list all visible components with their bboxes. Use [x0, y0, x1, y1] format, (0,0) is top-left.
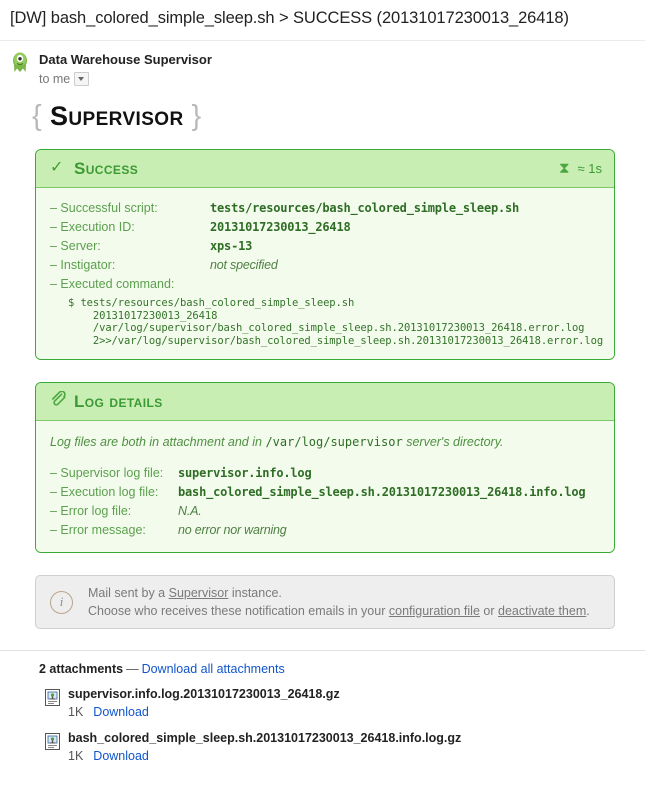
log-details-body: Log files are both in attachment and in … [36, 421, 614, 552]
field-row: – Successful script: tests/resources/bas… [50, 199, 600, 218]
success-panel: ✓ Success ⧗ ≈ 1s – Successful script: te… [35, 149, 615, 360]
recipient-label: to me [39, 72, 71, 86]
recipient-chevron-down-icon[interactable] [74, 72, 90, 86]
attachments-header: 2 attachments — Download all attachments [39, 662, 645, 676]
success-panel-header: ✓ Success ⧗ ≈ 1s [36, 150, 614, 188]
field-value: bash_colored_simple_sleep.sh.20131017230… [178, 485, 586, 499]
note-suffix: server's directory. [406, 435, 504, 449]
executed-command-block: $ tests/resources/bash_colored_simple_sl… [68, 297, 604, 347]
field-value: tests/resources/bash_colored_simple_slee… [210, 201, 520, 215]
attachments-divider [0, 650, 645, 651]
info-line2-suffix: . [586, 604, 590, 618]
email-subject: [DW] bash_colored_simple_sleep.sh > SUCC… [0, 0, 645, 41]
field-row: – Execution ID: 20131017230013_26418 [50, 218, 600, 237]
attachment-meta: 1K Download [68, 748, 461, 764]
info-line1-prefix: Mail sent by a [88, 586, 166, 600]
info-text: Mail sent by a Supervisor instance. Choo… [88, 584, 590, 620]
attachment-size: 1K [68, 705, 84, 719]
attachment-info: supervisor.info.log.20131017230013_26418… [68, 686, 340, 720]
sender-avatar-icon [9, 51, 31, 73]
paperclip-icon [50, 390, 70, 412]
attachment-info: bash_colored_simple_sleep.sh.20131017230… [68, 730, 461, 764]
field-value: not specified [210, 258, 278, 272]
attachments-count: 2 attachments [39, 662, 124, 676]
field-label: – Error message: [50, 523, 146, 537]
hourglass-icon: ⧗ [558, 159, 570, 177]
attachment-size: 1K [68, 749, 84, 763]
field-value: supervisor.info.log [178, 466, 312, 480]
mail-info-box: i Mail sent by a Supervisor instance. Ch… [35, 575, 615, 629]
field-row: – Error log file: N.A. [50, 502, 600, 521]
duration-value: ≈ 1s [577, 160, 602, 176]
field-value: N.A. [178, 504, 202, 518]
success-panel-body: – Successful script: tests/resources/bas… [36, 188, 614, 359]
sender-row: Data Warehouse Supervisor to me [0, 41, 645, 86]
logo-left-brace: { [32, 100, 43, 132]
field-label: – Execution log file: [50, 485, 159, 499]
field-row: – Execution log file: bash_colored_simpl… [50, 483, 600, 502]
field-value: xps-13 [210, 239, 253, 253]
field-row: – Supervisor log file: supervisor.info.l… [50, 464, 600, 483]
supervisor-link[interactable]: Supervisor [169, 586, 229, 600]
attachment-meta: 1K Download [68, 704, 340, 720]
executed-command-label: – Executed command: [50, 277, 175, 291]
field-label: – Instigator: [50, 258, 116, 272]
supervisor-logo: { Supervisor } [32, 100, 645, 132]
attachments-dash: — [126, 662, 139, 676]
attachment-name: supervisor.info.log.20131017230013_26418… [68, 687, 340, 701]
info-line2-mid: or [483, 604, 495, 618]
field-label: – Supervisor log file: [50, 466, 164, 480]
logo-right-brace: } [191, 100, 202, 132]
field-label: – Error log file: [50, 504, 132, 518]
file-icon [45, 689, 60, 706]
field-row: – Instigator: not specified [50, 256, 600, 275]
field-value: 20131017230013_26418 [210, 220, 351, 234]
note-prefix: Log files are both in attachment and in [50, 435, 262, 449]
check-icon: ✓ [50, 159, 64, 176]
log-details-header: Log details [36, 383, 614, 421]
duration-indicator: ⧗ ≈ 1s [559, 161, 602, 176]
attachment-download-link[interactable]: Download [93, 749, 149, 763]
note-path: /var/log/supervisor [265, 435, 403, 449]
field-label: – Successful script: [50, 201, 158, 215]
attachment-item[interactable]: bash_colored_simple_sleep.sh.20131017230… [45, 730, 645, 764]
download-all-link[interactable]: Download all attachments [142, 662, 285, 676]
field-label: – Server: [50, 239, 101, 253]
info-icon: i [50, 590, 73, 614]
attachment-item[interactable]: supervisor.info.log.20131017230013_26418… [45, 686, 645, 720]
info-line2-prefix: Choose who receives these notification e… [88, 604, 386, 618]
attachment-download-link[interactable]: Download [93, 705, 149, 719]
recipient-row[interactable]: to me [39, 72, 212, 86]
field-row: – Error message: no error nor warning [50, 521, 600, 540]
field-value: no error nor warning [178, 523, 287, 537]
field-label: – Execution ID: [50, 220, 135, 234]
log-details-title: Log details [74, 391, 163, 411]
info-line1-suffix: instance. [231, 586, 282, 600]
sender-meta: Data Warehouse Supervisor to me [39, 51, 212, 86]
file-icon [45, 733, 60, 750]
deactivate-them-link[interactable]: deactivate them [498, 604, 586, 618]
info-line-2: Choose who receives these notification e… [88, 602, 590, 620]
log-details-panel: Log details Log files are both in attach… [35, 382, 615, 553]
attachment-name: bash_colored_simple_sleep.sh.20131017230… [68, 731, 462, 745]
field-row: – Server: xps-13 [50, 237, 600, 256]
success-panel-title: Success [74, 158, 139, 178]
configuration-file-link[interactable]: configuration file [389, 604, 480, 618]
info-line-1: Mail sent by a Supervisor instance. [88, 584, 590, 602]
sender-name: Data Warehouse Supervisor [39, 52, 212, 67]
logo-word: Supervisor [50, 101, 184, 131]
log-location-note: Log files are both in attachment and in … [50, 433, 600, 451]
